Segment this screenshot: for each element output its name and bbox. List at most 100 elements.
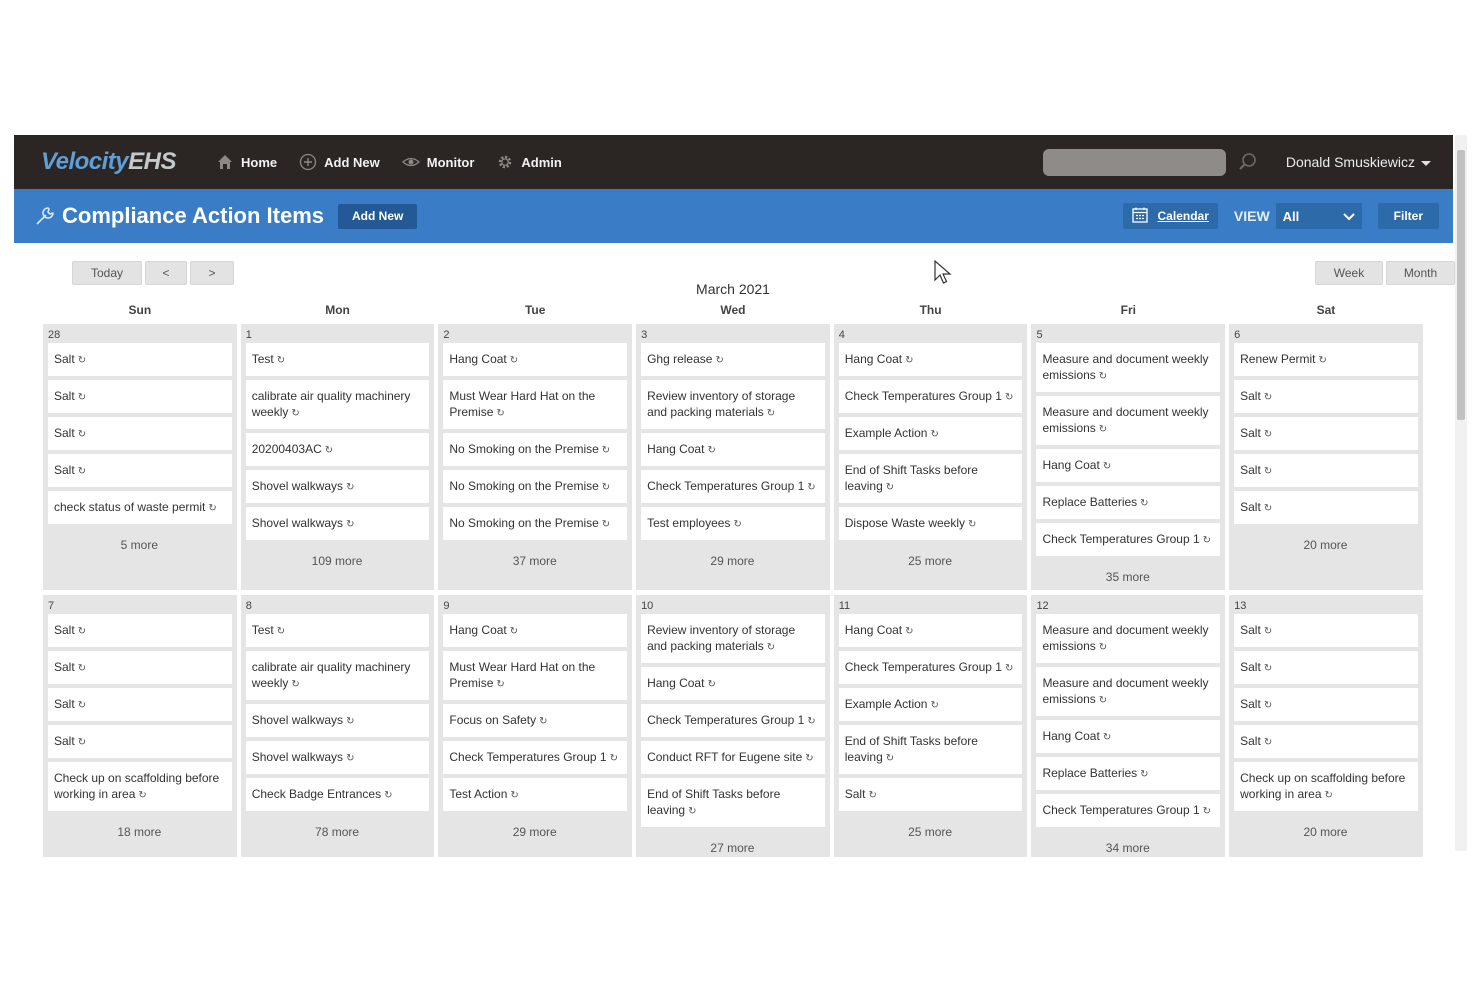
calendar-event[interactable]: Salt ↻ — [1234, 614, 1418, 647]
calendar-event[interactable]: Test Action ↻ — [443, 778, 628, 811]
calendar-event[interactable]: Check Temperatures Group 1 ↻ — [641, 704, 825, 737]
calendar-event[interactable]: Must Wear Hard Hat on the Premise ↻ — [443, 651, 628, 700]
user-menu[interactable]: Donald Smuskiewicz — [1286, 154, 1431, 170]
velocity-ehs-logo[interactable]: VelocityEHS — [41, 148, 216, 176]
calendar-event[interactable]: Salt ↻ — [1234, 417, 1418, 450]
calendar-event[interactable]: Salt ↻ — [48, 725, 232, 758]
calendar-event[interactable]: Hang Coat ↻ — [1036, 720, 1221, 753]
calendar-event[interactable]: check status of waste permit ↻ — [48, 491, 232, 524]
search-icon[interactable] — [1236, 150, 1260, 174]
nav-admin[interactable]: Admin — [496, 153, 562, 171]
month-view-button[interactable]: Month — [1386, 261, 1455, 285]
calendar-event[interactable]: Focus on Safety ↻ — [443, 704, 628, 737]
calendar-event[interactable]: Hang Coat ↻ — [641, 667, 825, 700]
more-events-link[interactable]: 78 more — [245, 815, 430, 839]
calendar-event[interactable]: Test ↻ — [245, 343, 430, 376]
calendar-event[interactable]: Salt ↻ — [48, 380, 232, 413]
calendar-event[interactable]: Review inventory of storage and packing … — [641, 380, 825, 429]
calendar-event[interactable]: Salt ↻ — [1234, 380, 1418, 413]
calendar-event[interactable]: Hang Coat ↻ — [641, 433, 825, 466]
more-events-link[interactable]: 25 more — [838, 544, 1023, 568]
calendar-event[interactable]: Replace Batteries ↻ — [1036, 757, 1221, 790]
view-select[interactable]: All — [1275, 203, 1362, 229]
calendar-event[interactable]: Salt ↻ — [838, 778, 1023, 811]
calendar-event[interactable]: Check Temperatures Group 1 ↻ — [1036, 523, 1221, 556]
more-events-link[interactable]: 25 more — [838, 815, 1023, 839]
search-input[interactable] — [1042, 148, 1226, 176]
day-cell[interactable]: 9 Hang Coat ↻ Must Wear Hard Hat on the Pre… — [438, 595, 633, 857]
more-events-link[interactable]: 27 more — [640, 831, 825, 855]
calendar-event[interactable]: Check Badge Entrances ↻ — [245, 778, 430, 811]
calendar-event[interactable]: Check Temperatures Group 1 ↻ — [838, 380, 1023, 413]
nav-home[interactable]: Home — [216, 153, 277, 171]
calendar-event[interactable]: Check Temperatures Group 1 ↻ — [1036, 794, 1221, 827]
more-events-link[interactable]: 34 more — [1035, 831, 1220, 855]
calendar-event[interactable]: No Smoking on the Premise ↻ — [443, 507, 628, 540]
calendar-event[interactable]: End of Shift Tasks before leaving ↻ — [641, 778, 825, 827]
day-cell[interactable]: 4 Hang Coat ↻ Check Temperatures Group 1 ↻ Ex… — [833, 324, 1028, 590]
calendar-event[interactable]: Dispose Waste weekly ↻ — [838, 507, 1023, 540]
calendar-view-button[interactable]: Calendar — [1122, 203, 1218, 229]
calendar-event[interactable]: Salt ↻ — [48, 454, 232, 487]
filter-button[interactable]: Filter — [1377, 203, 1439, 229]
calendar-event[interactable]: Salt ↻ — [48, 343, 232, 376]
more-events-link[interactable]: 35 more — [1035, 560, 1220, 584]
scrollbar-thumb[interactable] — [1457, 150, 1465, 420]
calendar-event[interactable]: calibrate air quality machinery weekly ↻ — [245, 380, 430, 429]
calendar-event[interactable]: Conduct RFT for Eugene site ↻ — [641, 741, 825, 774]
calendar-event[interactable]: Check Temperatures Group 1 ↻ — [641, 470, 825, 503]
day-cell[interactable]: 8 Test ↻ calibrate air quality machinery we… — [240, 595, 435, 857]
calendar-event[interactable]: Review inventory of storage and packing … — [641, 614, 825, 663]
calendar-event[interactable]: Salt ↻ — [1234, 454, 1418, 487]
more-events-link[interactable]: 20 more — [1233, 815, 1418, 839]
day-cell[interactable]: 10 Review inventory of storage and packin… — [636, 595, 830, 857]
day-cell[interactable]: 1 Test ↻ calibrate air quality machinery we… — [240, 324, 435, 590]
calendar-event[interactable]: Test employees ↻ — [641, 507, 825, 540]
more-events-link[interactable]: 29 more — [640, 544, 825, 568]
calendar-event[interactable]: End of Shift Tasks before leaving ↻ — [838, 725, 1023, 774]
page-scrollbar[interactable] — [1455, 135, 1467, 851]
calendar-event[interactable]: Measure and document weekly emissions ↻ — [1036, 343, 1221, 392]
week-view-button[interactable]: Week — [1315, 261, 1383, 285]
more-events-link[interactable]: 37 more — [442, 544, 627, 568]
add-new-button[interactable]: Add New — [338, 203, 418, 229]
calendar-event[interactable]: Check Temperatures Group 1 ↻ — [838, 651, 1023, 684]
calendar-event[interactable]: Measure and document weekly emissions ↻ — [1036, 614, 1221, 663]
calendar-event[interactable]: Check up on scaffolding before working i… — [1234, 762, 1418, 811]
day-cell[interactable]: 13 Salt ↻ Salt ↻ Salt ↻ Salt ↻ Check up on scaffo… — [1229, 595, 1423, 857]
more-events-link[interactable]: 29 more — [442, 815, 627, 839]
day-cell[interactable]: 3 Ghg release ↻ Review inventory of storage… — [636, 324, 830, 590]
calendar-event[interactable]: Salt ↻ — [1234, 491, 1418, 524]
calendar-event[interactable]: Example Action ↻ — [838, 417, 1023, 450]
calendar-event[interactable]: Salt ↻ — [48, 417, 232, 450]
calendar-event[interactable]: calibrate air quality machinery weekly ↻ — [245, 651, 430, 700]
calendar-event[interactable]: Salt ↻ — [1234, 725, 1418, 758]
calendar-event[interactable]: Hang Coat ↻ — [838, 614, 1023, 647]
calendar-event[interactable]: Replace Batteries ↻ — [1036, 486, 1221, 519]
calendar-event[interactable]: Hang Coat ↻ — [443, 614, 628, 647]
calendar-event[interactable]: Hang Coat ↻ — [443, 343, 628, 376]
calendar-event[interactable]: Salt ↻ — [48, 688, 232, 721]
day-cell[interactable]: 6 Renew Permit ↻ Salt ↻ Salt ↻ Salt ↻ Salt ↻ 20 mor… — [1229, 324, 1423, 590]
calendar-event[interactable]: Salt ↻ — [1234, 688, 1418, 721]
calendar-event[interactable]: Salt ↻ — [1234, 651, 1418, 684]
more-events-link[interactable]: 18 more — [47, 815, 232, 839]
more-events-link[interactable]: 109 more — [245, 544, 430, 568]
day-cell[interactable]: 7 Salt ↻ Salt ↻ Salt ↻ Salt ↻ Check up on scaffol… — [43, 595, 237, 857]
calendar-event[interactable]: No Smoking on the Premise ↻ — [443, 470, 628, 503]
calendar-event[interactable]: Measure and document weekly emissions ↻ — [1036, 396, 1221, 445]
nav-add-new[interactable]: Add New — [299, 153, 380, 171]
calendar-event[interactable]: Salt ↻ — [48, 614, 232, 647]
calendar-event[interactable]: Shovel walkways ↻ — [245, 704, 430, 737]
calendar-event[interactable]: Ghg release ↻ — [641, 343, 825, 376]
nav-monitor[interactable]: Monitor — [401, 153, 474, 171]
calendar-event[interactable]: No Smoking on the Premise ↻ — [443, 433, 628, 466]
day-cell[interactable]: 2 Hang Coat ↻ Must Wear Hard Hat on the Pre… — [438, 324, 633, 590]
calendar-event[interactable]: Test ↻ — [245, 614, 430, 647]
calendar-event[interactable]: Must Wear Hard Hat on the Premise ↻ — [443, 380, 628, 429]
calendar-event[interactable]: Salt ↻ — [48, 651, 232, 684]
calendar-event[interactable]: Shovel walkways ↻ — [245, 507, 430, 540]
calendar-event[interactable]: Check Temperatures Group 1 ↻ — [443, 741, 628, 774]
day-cell[interactable]: 12 Measure and document weekly emissions ↻… — [1031, 595, 1226, 857]
calendar-event[interactable]: 20200403AC ↻ — [245, 433, 430, 466]
